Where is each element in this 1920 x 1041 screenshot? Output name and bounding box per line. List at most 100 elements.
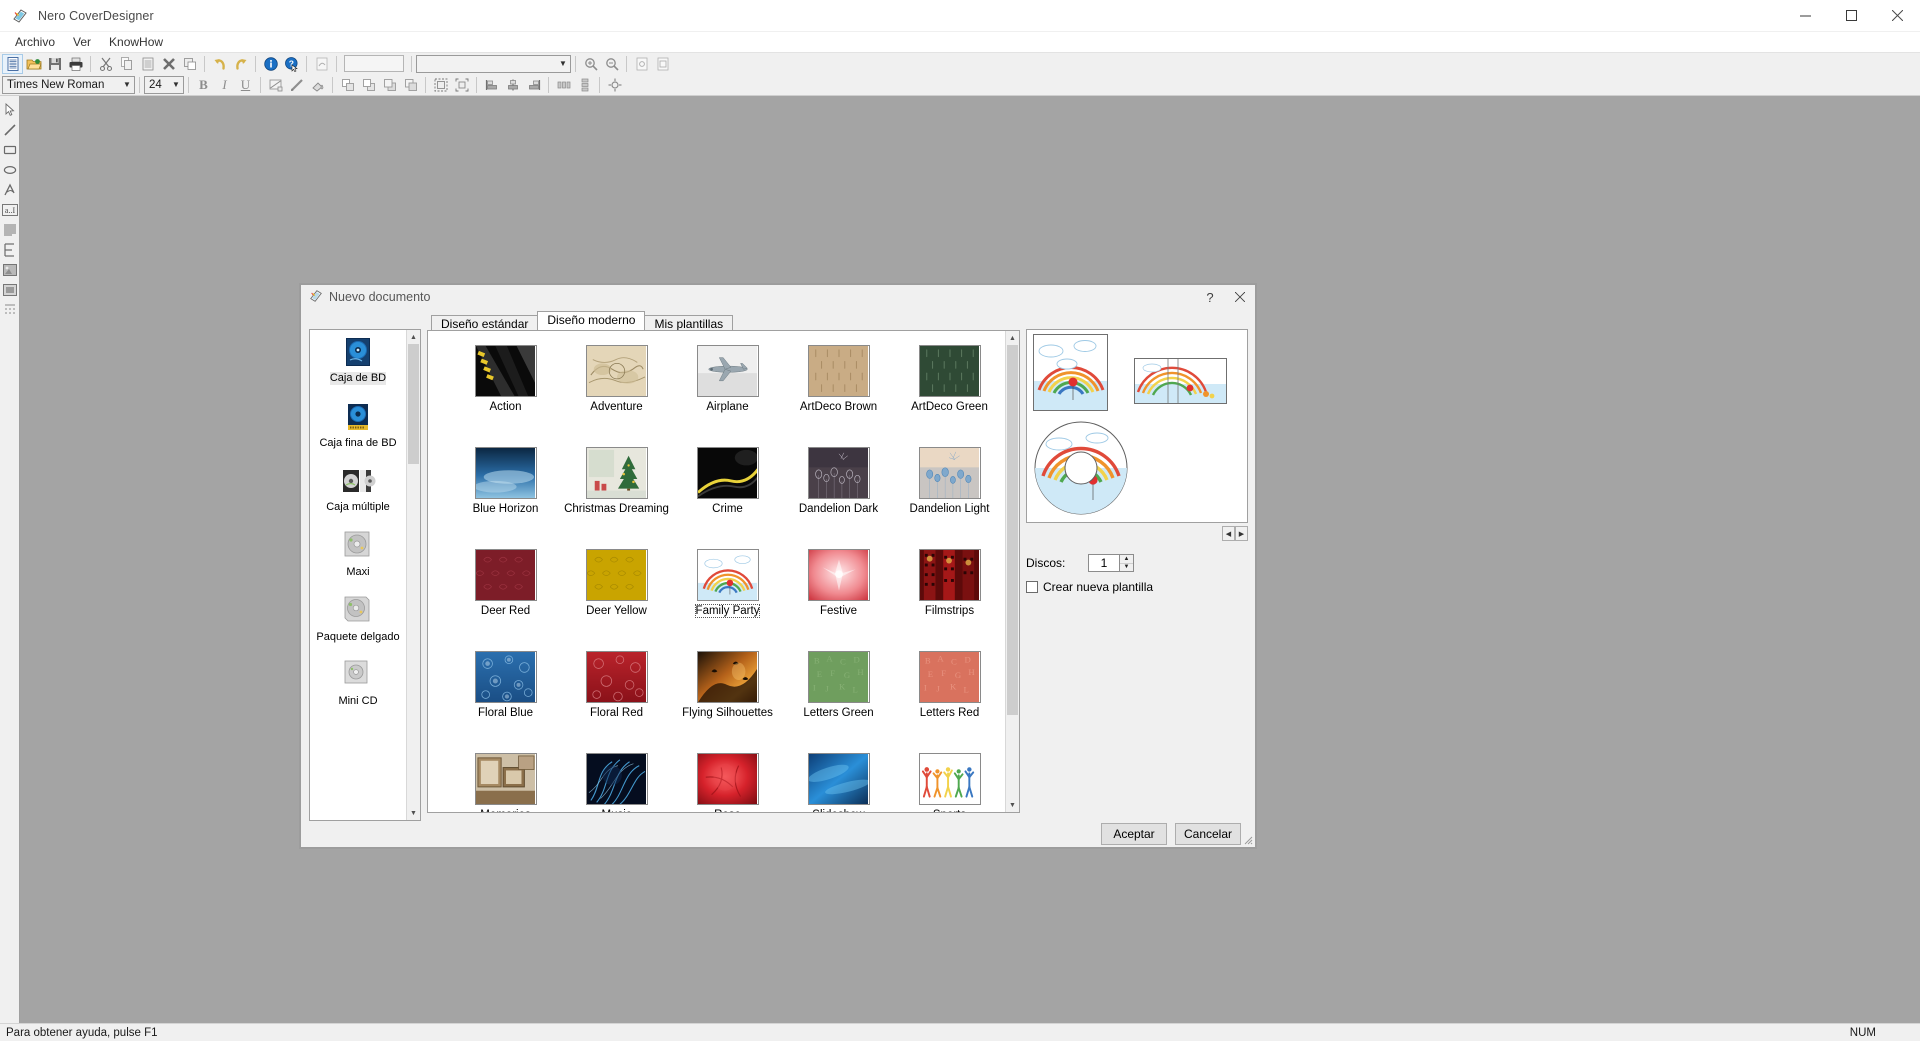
template-dandelion-light[interactable]: Dandelion Light [894,447,1005,549]
template-filmstrips[interactable]: Filmstrips [894,549,1005,651]
template-floral-red[interactable]: Floral Red [561,651,672,753]
align-left-button[interactable] [481,75,502,95]
line-tool[interactable] [1,120,19,140]
scroll-down-button[interactable]: ▼ [407,806,420,820]
close-button[interactable] [1874,0,1920,32]
menu-archivo[interactable]: Archivo [6,33,64,51]
undo-button[interactable] [209,54,230,74]
maximize-button[interactable] [1828,0,1874,32]
grid-scroll-track[interactable] [1006,345,1019,798]
template-festive[interactable]: Festive [783,549,894,651]
template-blue-horizon[interactable]: Blue Horizon [450,447,561,549]
distribute-vertical-button[interactable] [574,75,595,95]
template-letters-red[interactable]: BACD EFGH IJKL Letters Red [894,651,1005,753]
grid-scroll-up-button[interactable]: ▲ [1006,331,1019,345]
bring-forward-button[interactable] [379,75,400,95]
scroll-track[interactable] [407,344,420,806]
type-item-caja-de-bd[interactable]: Caja de BD [310,336,406,385]
ungroup-button[interactable] [451,75,472,95]
dialog-close-button[interactable] [1225,285,1255,309]
design-canvas[interactable]: Nuevo documento ? Caja de BD Caja fina d… [20,96,1920,1023]
track-list-tool[interactable] [1,240,19,260]
template-artdeco-brown[interactable]: ArtDeco Brown [783,345,894,447]
template-letters-green[interactable]: BACD EFGH IJKL Letters Green [783,651,894,753]
underline-button[interactable]: U [235,75,256,94]
type-item-maxi[interactable]: Maxi [310,530,406,579]
template-flying-silhouettes[interactable]: Flying Silhouettes [672,651,783,753]
template-family-party[interactable]: Family Party [672,549,783,651]
minimize-button[interactable] [1782,0,1828,32]
align-center-button[interactable] [502,75,523,95]
template-adventure[interactable]: Adventure [561,345,672,447]
template-floral-blue[interactable]: Floral Blue [450,651,561,753]
cover-tool[interactable] [1,280,19,300]
pen-button[interactable] [286,75,307,95]
save-document-button[interactable] [44,54,65,74]
menu-knowhow[interactable]: KnowHow [100,33,172,51]
create-template-checkbox[interactable] [1026,581,1038,593]
template-action[interactable]: Action [450,345,561,447]
settings-button[interactable] [604,75,625,95]
tab-diseno-moderno[interactable]: Diseño moderno [537,311,646,330]
ellipse-tool[interactable] [1,160,19,180]
type-item-caja-fina-de-bd[interactable]: Caja fina de BD [310,401,406,450]
grid-scroll-thumb[interactable] [1007,345,1018,715]
send-backward-button[interactable] [400,75,421,95]
print-button[interactable] [65,54,86,74]
dialog-help-button[interactable]: ? [1195,285,1225,309]
properties-button[interactable] [265,75,286,95]
info-button[interactable] [260,54,281,74]
preview-button[interactable] [631,54,652,74]
delete-button[interactable] [158,54,179,74]
document-type-list[interactable]: Caja de BD Caja fina de BD Caja múltiple… [309,329,421,821]
scroll-thumb[interactable] [408,344,419,464]
template-airplane[interactable]: Airplane [672,345,783,447]
discos-input[interactable]: 1 [1088,554,1120,572]
zoom-in-button[interactable] [580,54,601,74]
discos-spin-up[interactable]: ▲ [1120,555,1133,563]
fit-page-button[interactable] [652,54,673,74]
distribute-horizontal-button[interactable] [553,75,574,95]
template-music[interactable]: Music [561,753,672,812]
scroll-up-button[interactable]: ▲ [407,330,420,344]
type-list-scrollbar[interactable]: ▲ ▼ [406,330,420,820]
group-button[interactable] [430,75,451,95]
image-tool[interactable] [1,260,19,280]
type-item-paquete-delgado[interactable]: Paquete delgado [310,595,406,644]
accept-button[interactable]: Aceptar [1101,823,1167,845]
font-size-select[interactable]: 24 ▼ [144,75,184,94]
template-slideshow[interactable]: Slideshow [783,753,894,812]
redo-button[interactable] [230,54,251,74]
type-item-caja-multiple[interactable]: Caja múltiple [310,465,406,514]
marker-tool[interactable] [1,300,19,320]
align-right-button[interactable] [523,75,544,95]
cancel-button[interactable]: Cancelar [1175,823,1241,845]
italic-button[interactable]: I [214,75,235,94]
template-artdeco-green[interactable]: ArtDeco Green [894,345,1005,447]
template-rose[interactable]: Rose [672,753,783,812]
template-deer-red[interactable]: Deer Red [450,549,561,651]
discos-spin-down[interactable]: ▼ [1120,562,1133,572]
duplicate-button[interactable] [179,54,200,74]
grid-scroll-down-button[interactable]: ▼ [1006,798,1019,812]
curved-text-tool[interactable] [1,180,19,200]
paste-button[interactable] [137,54,158,74]
preview-next-button[interactable]: ▶ [1235,526,1248,541]
select-tool[interactable] [1,100,19,120]
send-to-back-button[interactable] [358,75,379,95]
template-sports[interactable]: Sports [894,753,1005,812]
template-grid-scrollbar[interactable]: ▲ ▼ [1005,331,1019,812]
toolbar-text-field[interactable] [344,55,404,72]
type-item-mini-cd[interactable]: Mini CD [310,659,406,708]
text-lines-tool[interactable] [1,220,19,240]
template-crime[interactable]: Crime [672,447,783,549]
toolbar-combo[interactable]: ▼ [416,54,571,73]
copy-button[interactable] [116,54,137,74]
template-memories[interactable]: Memories [450,753,561,812]
bold-button[interactable]: B [193,75,214,94]
document-data-button[interactable] [311,54,332,74]
discos-spinner[interactable]: ▲ ▼ [1120,554,1134,572]
template-dandelion-dark[interactable]: Dandelion Dark [783,447,894,549]
open-document-button[interactable] [23,54,44,74]
rectangle-tool[interactable] [1,140,19,160]
